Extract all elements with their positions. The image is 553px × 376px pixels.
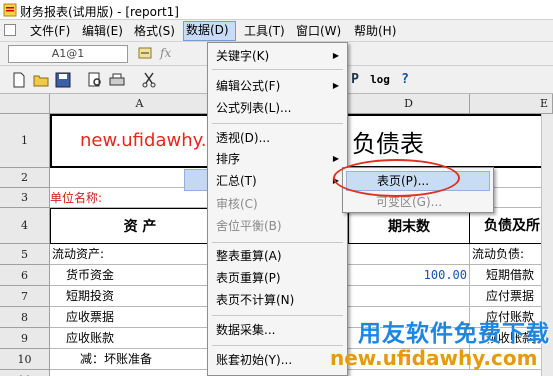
new-icon[interactable] bbox=[10, 71, 28, 89]
menu-tools[interactable]: 工具(T) bbox=[244, 24, 285, 40]
row-header[interactable]: 4 bbox=[0, 208, 50, 244]
data-menu-dropdown: 关键字(K) ▶ 编辑公式(F) ▶ 公式列表(L)... 透视(D)... 排序 ▶… bbox=[207, 42, 348, 376]
menu-item-label: 编辑公式(F) bbox=[216, 79, 281, 93]
menu-separator bbox=[212, 315, 343, 316]
menu-separator bbox=[212, 242, 343, 243]
col-header-d[interactable]: D bbox=[348, 94, 470, 114]
menu-item-summary[interactable]: 汇总(T) ▶ bbox=[208, 170, 347, 192]
fx-icon[interactable]: fx bbox=[160, 46, 171, 60]
open-icon[interactable] bbox=[32, 71, 50, 89]
menu-item-label: 汇总(T) bbox=[216, 174, 257, 188]
asset-header[interactable]: 资 产 bbox=[50, 208, 230, 244]
row-header[interactable]: 8 bbox=[0, 307, 50, 328]
annotation-ellipse bbox=[333, 159, 460, 197]
submenu-arrow-icon: ▶ bbox=[332, 51, 339, 60]
menu-item-rounding-balance[interactable]: 舍位平衡(B) bbox=[208, 215, 347, 237]
asset-item[interactable]: 应收票据 bbox=[50, 307, 230, 328]
menu-separator bbox=[212, 345, 343, 346]
menu-item-no-calc[interactable]: 表页不计算(N) bbox=[208, 289, 347, 311]
print-icon[interactable] bbox=[108, 71, 126, 89]
row-header[interactable]: 1 bbox=[0, 114, 50, 168]
asset-item[interactable]: 减：坏账准备 bbox=[50, 349, 230, 370]
menu-bar: 文件(F) 编辑(E) 格式(S) 数据(D) 工具(T) 窗口(W) 帮助(H… bbox=[0, 20, 553, 42]
help-icon[interactable]: ? bbox=[396, 71, 414, 89]
sheet-corner[interactable] bbox=[0, 94, 50, 114]
menu-item-recalc-all[interactable]: 整表重算(A) bbox=[208, 245, 347, 267]
menu-item-recalc-page[interactable]: 表页重算(P) bbox=[208, 267, 347, 289]
menu-separator bbox=[212, 123, 343, 124]
watermark-text: 用友软件免费下载 bbox=[358, 321, 550, 347]
menu-window[interactable]: 窗口(W) bbox=[296, 24, 341, 40]
amount-cell[interactable]: 100.00 bbox=[348, 265, 470, 286]
menu-item-pivot[interactable]: 透视(D)... bbox=[208, 127, 347, 149]
menu-data[interactable]: 数据(D) bbox=[183, 21, 236, 41]
doc-icon bbox=[4, 24, 16, 36]
current-assets-label[interactable]: 流动资产: bbox=[50, 244, 230, 265]
submenu-arrow-icon: ▶ bbox=[332, 81, 339, 90]
end-balance-header[interactable]: 期末数 bbox=[348, 208, 470, 244]
save-icon[interactable] bbox=[54, 71, 72, 89]
menu-file[interactable]: 文件(F) bbox=[30, 24, 70, 40]
cell-reference-box[interactable]: A1@1 bbox=[8, 45, 128, 63]
submenu-arrow-icon: ▶ bbox=[332, 154, 339, 163]
menu-item-keyword[interactable]: 关键字(K) ▶ bbox=[208, 45, 347, 67]
menu-item-label: 关键字(K) bbox=[216, 49, 270, 63]
log-icon[interactable]: log bbox=[368, 71, 392, 89]
formula-icon[interactable] bbox=[138, 46, 152, 60]
menu-item-audit[interactable]: 审核(C) bbox=[208, 193, 347, 215]
title-bar: 财务报表(试用版) - [report1] bbox=[0, 0, 553, 20]
asset-item[interactable]: 货币资金 bbox=[50, 265, 230, 286]
menu-item-sort[interactable]: 排序 ▶ bbox=[208, 148, 347, 170]
amount-cell[interactable] bbox=[348, 286, 470, 307]
menu-item-data-collect[interactable]: 数据采集... bbox=[208, 319, 347, 341]
asset-item[interactable]: 短期投资 bbox=[50, 286, 230, 307]
sheet-cell[interactable] bbox=[348, 244, 470, 265]
app-icon bbox=[3, 3, 17, 17]
col-header-a[interactable]: A bbox=[50, 94, 230, 114]
cut-icon[interactable] bbox=[140, 71, 158, 89]
row-header[interactable]: 9 bbox=[0, 328, 50, 349]
preview-icon[interactable] bbox=[86, 71, 104, 89]
menu-item-formula-list[interactable]: 公式列表(L)... bbox=[208, 97, 347, 119]
row-header[interactable]: 5 bbox=[0, 244, 50, 265]
row-header[interactable]: 7 bbox=[0, 286, 50, 307]
menu-item-account-init[interactable]: 账套初始(Y)... bbox=[208, 349, 347, 371]
row-header[interactable]: 11 bbox=[0, 370, 50, 376]
report-title: 负债表 bbox=[352, 130, 424, 158]
menu-item-label: 排序 bbox=[216, 152, 241, 166]
row-header[interactable]: 10 bbox=[0, 349, 50, 370]
col-header-e[interactable]: E bbox=[470, 94, 553, 114]
asset-item[interactable]: 应收账款 bbox=[50, 328, 230, 349]
menu-format[interactable]: 格式(S) bbox=[134, 24, 175, 40]
menu-item-edit-formula[interactable]: 编辑公式(F) ▶ bbox=[208, 75, 347, 97]
row-header[interactable]: 3 bbox=[0, 188, 50, 208]
p-icon[interactable]: P bbox=[346, 71, 364, 89]
menu-edit[interactable]: 编辑(E) bbox=[82, 24, 123, 40]
menu-help[interactable]: 帮助(H) bbox=[354, 24, 396, 40]
window-title: 财务报表(试用版) - [report1] bbox=[20, 5, 179, 19]
row-header[interactable]: 2 bbox=[0, 168, 50, 188]
menu-separator bbox=[212, 69, 343, 70]
row-header[interactable]: 6 bbox=[0, 265, 50, 286]
watermark-url-bottom: new.ufidawhy.com bbox=[330, 346, 538, 370]
